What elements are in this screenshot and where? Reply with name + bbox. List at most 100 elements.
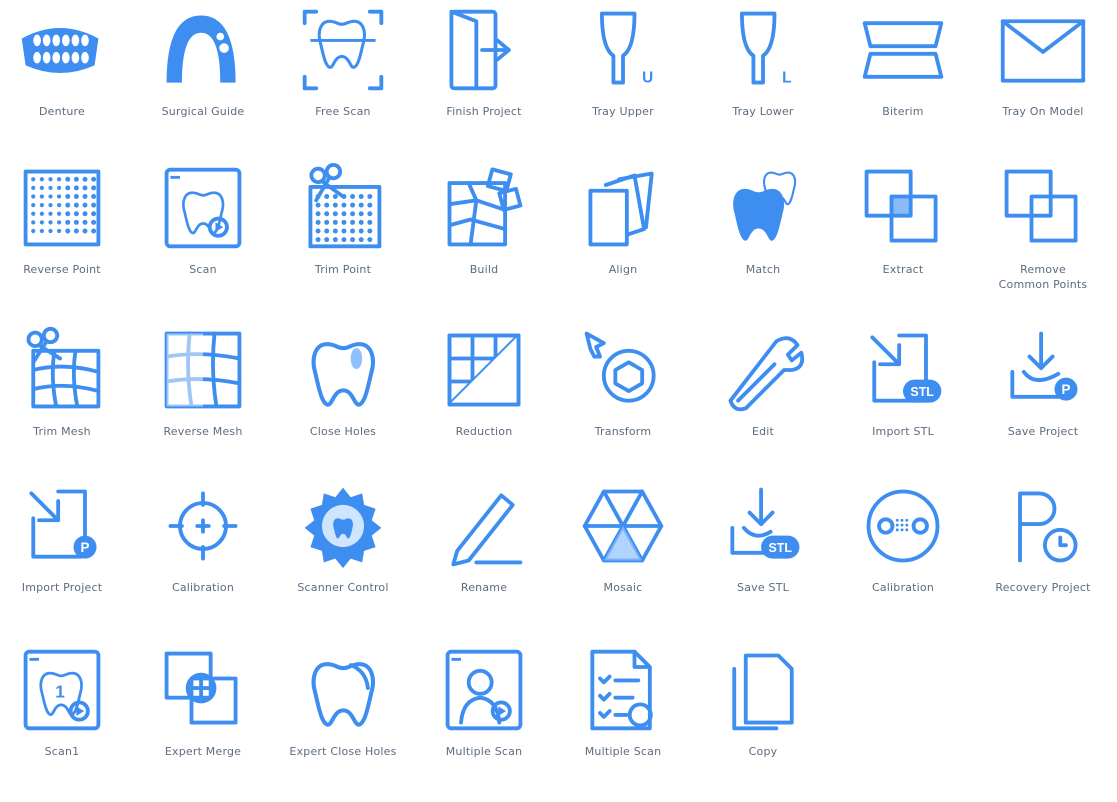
- mosaic-icon: [575, 478, 671, 574]
- trim-point-icon: [295, 160, 391, 256]
- tool-label: Build: [469, 263, 499, 276]
- tool-label: Copy: [748, 745, 778, 758]
- scan1-icon: 1: [14, 642, 110, 738]
- tool-label: Mosaic: [603, 581, 643, 594]
- tool-tile-15[interactable]: Extract: [828, 160, 978, 320]
- svg-text:U: U: [642, 70, 653, 87]
- tool-tile-16[interactable]: Remove Common Points: [968, 160, 1117, 320]
- tool-label: Align: [608, 263, 638, 276]
- scan-icon: [155, 160, 251, 256]
- tool-tile-8[interactable]: Tray On Model: [968, 2, 1117, 162]
- tool-tile-9[interactable]: Reverse Point: [0, 160, 137, 320]
- calibration-board-icon: [855, 478, 951, 574]
- tool-tile-19[interactable]: Close Holes: [268, 322, 418, 482]
- tool-tile-18[interactable]: Reverse Mesh: [128, 322, 278, 482]
- tool-label: Expert Merge: [164, 745, 242, 758]
- tool-tile-13[interactable]: Align: [548, 160, 698, 320]
- match-icon: [715, 160, 811, 256]
- tool-label: Calibration: [871, 581, 935, 594]
- save-project-icon: P: [995, 322, 1091, 418]
- tool-label: Reverse Point: [23, 263, 101, 276]
- tool-label: Reverse Mesh: [163, 425, 243, 438]
- tool-label: Biterim: [882, 105, 924, 118]
- remove-common-points-icon: [995, 160, 1091, 256]
- tool-tile-33[interactable]: 1 Scan1: [0, 642, 137, 802]
- tool-tile-34[interactable]: Expert Merge: [128, 642, 278, 802]
- tool-label: Trim Point: [314, 263, 372, 276]
- tool-label: Finish Project: [446, 105, 522, 118]
- reverse-mesh-icon: [155, 322, 251, 418]
- tool-label: Tray Upper: [592, 105, 654, 118]
- tool-tile-26[interactable]: Calibration: [128, 478, 278, 638]
- svg-text:1: 1: [55, 682, 65, 702]
- tray-upper-icon: U: [575, 2, 671, 98]
- tool-tile-11[interactable]: Trim Point: [268, 160, 418, 320]
- tool-tile-37[interactable]: Multiple Scan: [548, 642, 698, 802]
- tray-lower-icon: L: [715, 2, 811, 98]
- tool-tile-10[interactable]: Scan: [128, 160, 278, 320]
- icon-grid: Denture Surgical Guide Free Scan Finish Pro…: [0, 0, 1117, 763]
- tool-label: Close Holes: [309, 425, 377, 438]
- import-project-icon: P: [14, 478, 110, 574]
- tool-label: Extract: [882, 263, 924, 276]
- expert-close-holes-icon: [295, 642, 391, 738]
- tool-label: Tray Lower: [732, 105, 794, 118]
- reverse-point-icon: [14, 160, 110, 256]
- svg-text:STL: STL: [769, 541, 793, 555]
- tool-label: Calibration: [171, 581, 235, 594]
- tool-tile-23[interactable]: STL Import STL: [828, 322, 978, 482]
- tool-tile-7[interactable]: Biterim: [828, 2, 978, 162]
- align-icon: [575, 160, 671, 256]
- tool-label: Multiple Scan: [445, 745, 523, 758]
- tool-tile-17[interactable]: Trim Mesh: [0, 322, 137, 482]
- save-stl-icon: STL: [715, 478, 811, 574]
- tool-tile-4[interactable]: Finish Project: [409, 2, 559, 162]
- svg-text:STL: STL: [910, 385, 934, 399]
- calibration-crosshair-icon: [155, 478, 251, 574]
- tool-label: Recovery Project: [995, 581, 1091, 594]
- tool-tile-21[interactable]: Transform: [548, 322, 698, 482]
- tool-label: Scan1: [44, 745, 80, 758]
- tool-tile-12[interactable]: Build: [409, 160, 559, 320]
- tool-tile-1[interactable]: Denture: [0, 2, 137, 162]
- tool-tile-38[interactable]: Copy: [688, 642, 838, 802]
- tool-tile-31[interactable]: Calibration: [828, 478, 978, 638]
- tool-label: Match: [745, 263, 781, 276]
- tool-tile-36[interactable]: Multiple Scan: [409, 642, 559, 802]
- tool-label: Free Scan: [315, 105, 371, 118]
- tool-tile-30[interactable]: STL Save STL: [688, 478, 838, 638]
- denture-icon: [14, 2, 110, 98]
- tool-label: Surgical Guide: [161, 105, 245, 118]
- tool-tile-29[interactable]: Mosaic: [548, 478, 698, 638]
- edit-icon: [715, 322, 811, 418]
- tool-tile-2[interactable]: Surgical Guide: [128, 2, 278, 162]
- biterim-icon: [855, 2, 951, 98]
- copy-icon: [715, 642, 811, 738]
- rename-icon: [436, 478, 532, 574]
- multiple-scan-person-icon: [436, 642, 532, 738]
- tool-tile-32[interactable]: Recovery Project: [968, 478, 1117, 638]
- tool-tile-24[interactable]: P Save Project: [968, 322, 1117, 482]
- tool-label: Save STL: [737, 581, 789, 594]
- tool-label: Import Project: [21, 581, 103, 594]
- tool-tile-20[interactable]: Reduction: [409, 322, 559, 482]
- tool-tile-3[interactable]: Free Scan: [268, 2, 418, 162]
- tool-tile-28[interactable]: Rename: [409, 478, 559, 638]
- tool-tile-25[interactable]: P Import Project: [0, 478, 137, 638]
- tool-tile-6[interactable]: L Tray Lower: [688, 2, 838, 162]
- tool-label: Scan: [189, 263, 217, 276]
- tool-label: Multiple Scan: [584, 745, 662, 758]
- tool-tile-5[interactable]: U Tray Upper: [548, 2, 698, 162]
- tool-tile-27[interactable]: Scanner Control: [268, 478, 418, 638]
- tool-tile-35[interactable]: Expert Close Holes: [268, 642, 418, 802]
- close-holes-icon: [295, 322, 391, 418]
- tool-label: Transform: [594, 425, 652, 438]
- svg-text:L: L: [782, 70, 791, 87]
- build-icon: [436, 160, 532, 256]
- import-stl-icon: STL: [855, 322, 951, 418]
- tool-label: Rename: [460, 581, 508, 594]
- tool-tile-22[interactable]: Edit: [688, 322, 838, 482]
- scanner-control-icon: [295, 478, 391, 574]
- tool-label: Remove Common Points: [998, 263, 1088, 291]
- tool-tile-14[interactable]: Match: [688, 160, 838, 320]
